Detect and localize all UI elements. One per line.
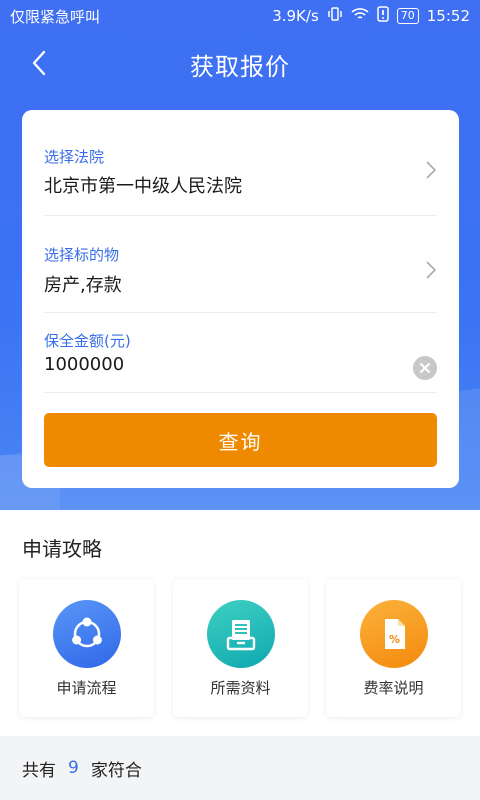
guide-section-title: 申请攻略 [22,537,102,561]
page-title: 获取报价 [190,52,290,81]
close-icon [420,363,430,373]
chevron-right-icon [426,261,437,279]
amount-input[interactable]: 1000000 [44,354,124,375]
file-tray-icon [207,600,275,668]
clock: 15:52 [426,7,470,25]
subject-select-row[interactable]: 选择标的物 房产,存款 [44,216,437,313]
result-summary-bar: 共有 9 家符合 [0,736,480,800]
wifi-icon [351,7,369,25]
amount-label: 保全金额(元) [44,332,131,350]
court-label: 选择法院 [44,148,105,166]
subject-value: 房产,存款 [44,275,122,296]
subject-label: 选择标的物 [44,246,120,264]
quote-form-card: 选择法院 北京市第一中级人民法院 选择标的物 房产,存款 保全金额(元) 100… [22,110,459,488]
court-select-row[interactable]: 选择法院 北京市第一中级人民法院 [44,110,437,216]
carrier-text: 仅限紧急呼叫 [10,7,101,26]
battery-indicator: 70 [396,8,419,24]
tile-application-process[interactable]: 申请流程 [19,579,154,717]
nav-bar: 获取报价 [0,36,480,92]
alert-icon [377,6,389,26]
network-speed: 3.9K/s [272,7,319,25]
result-suffix: 家符合 [90,760,142,781]
share-nodes-icon [53,600,121,668]
result-count: 9 [68,758,79,778]
tile-required-documents[interactable]: 所需资料 [173,579,308,717]
guide-tiles: 申请流程 所需资料 % 费率说明 [19,579,461,717]
vibrate-icon [327,6,343,26]
percent-document-icon: % [360,600,428,668]
chevron-left-icon [32,50,46,76]
amount-input-row: 保全金额(元) 1000000 [44,313,437,393]
back-button[interactable] [24,48,54,78]
svg-text:%: % [389,633,400,646]
result-prefix: 共有 [22,760,56,781]
tile-label: 申请流程 [56,679,117,697]
status-bar: 仅限紧急呼叫 3.9K/s 70 15:52 [0,0,480,32]
clear-input-button[interactable] [413,356,437,380]
query-button[interactable]: 查询 [44,413,437,467]
tile-label: 费率说明 [363,679,424,697]
court-value: 北京市第一中级人民法院 [44,176,242,197]
tile-label: 所需资料 [210,679,271,697]
tile-rate-description[interactable]: % 费率说明 [326,579,461,717]
chevron-right-icon [426,161,437,179]
